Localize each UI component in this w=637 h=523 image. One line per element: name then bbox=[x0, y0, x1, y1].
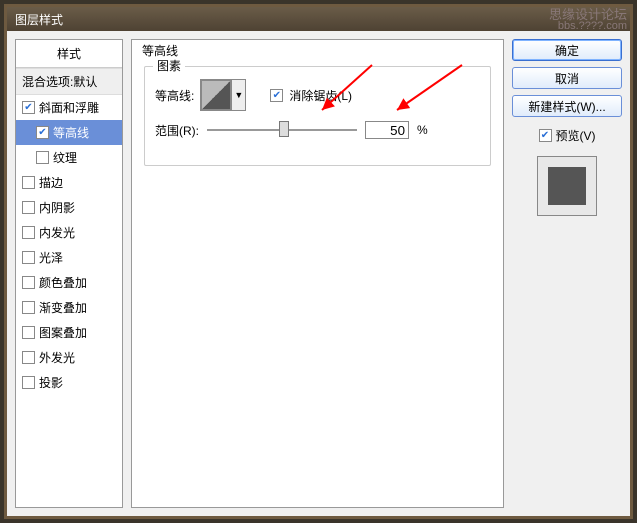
settings-panel: 等高线 图素 等高线: ▼ 消除锯齿(L) 范围(R): bbox=[131, 39, 504, 508]
elements-fieldset: 图素 等高线: ▼ 消除锯齿(L) 范围(R): bbox=[144, 66, 491, 166]
preview-label: 预览(V) bbox=[556, 127, 596, 144]
style-label: 描边 bbox=[39, 174, 63, 191]
style-label: 外发光 bbox=[39, 349, 75, 366]
button-column: 确定 取消 新建样式(W)... 预览(V) bbox=[512, 39, 622, 508]
ok-button[interactable]: 确定 bbox=[512, 39, 622, 61]
checkbox-icon[interactable] bbox=[36, 151, 49, 164]
checkbox-icon[interactable] bbox=[22, 176, 35, 189]
watermark-url: bbs.????.com bbox=[558, 20, 627, 32]
style-inner-shadow[interactable]: 内阴影 bbox=[16, 195, 122, 220]
chevron-down-icon: ▼ bbox=[231, 80, 245, 110]
window-title: 图层样式 bbox=[15, 13, 63, 27]
checkbox-icon[interactable] bbox=[22, 276, 35, 289]
checkbox-icon[interactable] bbox=[22, 351, 35, 364]
style-color-overlay[interactable]: 颜色叠加 bbox=[16, 270, 122, 295]
style-drop-shadow[interactable]: 投影 bbox=[16, 370, 122, 395]
checkbox-icon[interactable] bbox=[22, 326, 35, 339]
cancel-button[interactable]: 取消 bbox=[512, 67, 622, 89]
blend-options-label: 混合选项:默认 bbox=[22, 73, 97, 90]
styles-header: 样式 bbox=[16, 40, 122, 68]
contour-row: 等高线: ▼ 消除锯齿(L) bbox=[155, 79, 480, 111]
antialias-label: 消除锯齿(L) bbox=[289, 87, 352, 104]
range-row: 范围(R): % bbox=[155, 121, 480, 139]
style-label: 图案叠加 bbox=[39, 324, 87, 341]
antialias-checkbox[interactable] bbox=[270, 89, 283, 102]
range-slider[interactable] bbox=[207, 129, 357, 131]
style-label: 斜面和浮雕 bbox=[39, 99, 99, 116]
checkbox-icon[interactable] bbox=[36, 126, 49, 139]
checkbox-icon[interactable] bbox=[22, 101, 35, 114]
titlebar: 图层样式 bbox=[7, 7, 630, 31]
checkbox-icon[interactable] bbox=[22, 251, 35, 264]
style-label: 等高线 bbox=[53, 124, 89, 141]
style-label: 纹理 bbox=[53, 149, 77, 166]
new-style-button[interactable]: 新建样式(W)... bbox=[512, 95, 622, 117]
style-bevel-emboss[interactable]: 斜面和浮雕 bbox=[16, 95, 122, 120]
preview-inner bbox=[548, 167, 586, 205]
range-unit: % bbox=[417, 123, 428, 137]
range-label: 范围(R): bbox=[155, 122, 199, 139]
dialog-body: 样式 混合选项:默认 斜面和浮雕 等高线 纹理 bbox=[7, 31, 630, 516]
style-contour[interactable]: 等高线 bbox=[16, 120, 122, 145]
style-label: 投影 bbox=[39, 374, 63, 391]
style-gradient-overlay[interactable]: 渐变叠加 bbox=[16, 295, 122, 320]
preview-swatch bbox=[537, 156, 597, 216]
range-input[interactable] bbox=[365, 121, 409, 139]
style-label: 内发光 bbox=[39, 224, 75, 241]
style-label: 颜色叠加 bbox=[39, 274, 87, 291]
slider-thumb-icon[interactable] bbox=[279, 121, 289, 137]
style-texture[interactable]: 纹理 bbox=[16, 145, 122, 170]
style-outer-glow[interactable]: 外发光 bbox=[16, 345, 122, 370]
contour-thumb-icon bbox=[201, 80, 231, 110]
preview-checkbox[interactable] bbox=[539, 129, 552, 142]
checkbox-icon[interactable] bbox=[22, 226, 35, 239]
style-inner-glow[interactable]: 内发光 bbox=[16, 220, 122, 245]
styles-list: 样式 混合选项:默认 斜面和浮雕 等高线 纹理 bbox=[15, 39, 123, 508]
style-stroke[interactable]: 描边 bbox=[16, 170, 122, 195]
preview-row: 预览(V) bbox=[539, 127, 596, 144]
style-label: 渐变叠加 bbox=[39, 299, 87, 316]
contour-label: 等高线: bbox=[155, 87, 194, 104]
style-label: 内阴影 bbox=[39, 199, 75, 216]
fieldset-legend: 图素 bbox=[153, 57, 185, 74]
blend-options-row[interactable]: 混合选项:默认 bbox=[16, 68, 122, 95]
style-label: 光泽 bbox=[39, 249, 63, 266]
style-pattern-overlay[interactable]: 图案叠加 bbox=[16, 320, 122, 345]
dialog-window: 图层样式 样式 混合选项:默认 斜面和浮雕 等高线 纹理 bbox=[4, 4, 633, 519]
checkbox-icon[interactable] bbox=[22, 201, 35, 214]
checkbox-icon[interactable] bbox=[22, 301, 35, 314]
checkbox-icon[interactable] bbox=[22, 376, 35, 389]
contour-picker[interactable]: ▼ bbox=[200, 79, 246, 111]
style-satin[interactable]: 光泽 bbox=[16, 245, 122, 270]
